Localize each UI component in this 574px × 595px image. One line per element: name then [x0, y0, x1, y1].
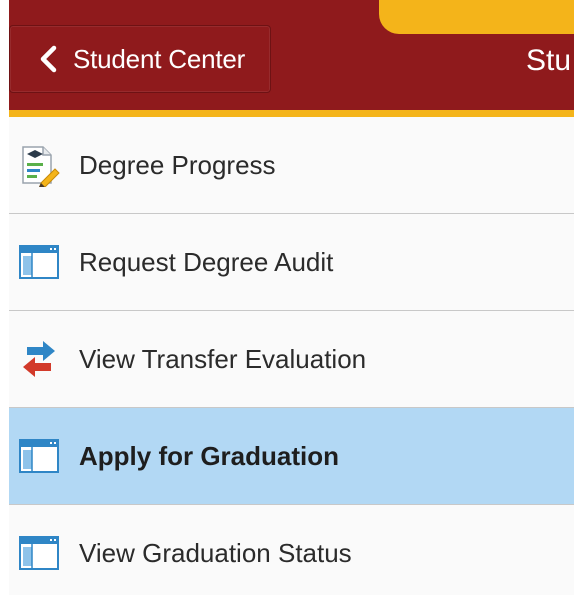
menu-item-apply-for-graduation[interactable]: Apply for Graduation [9, 408, 574, 505]
header-accent-line [9, 110, 574, 117]
menu-item-view-graduation-status[interactable]: View Graduation Status [9, 505, 574, 595]
menu-item-request-degree-audit[interactable]: Request Degree Audit [9, 214, 574, 311]
academic-menu: Degree Progress Request Degree Audit Vie… [9, 117, 574, 595]
chevron-left-icon [40, 45, 57, 73]
window-page-icon [19, 245, 59, 279]
page-title: Stu [526, 44, 572, 77]
menu-item-degree-progress[interactable]: Degree Progress [9, 117, 574, 214]
menu-item-label: Degree Progress [79, 149, 276, 180]
left-edge [0, 0, 9, 595]
app-frame: Student Center Stu Degree Progress Reque… [0, 0, 574, 595]
back-button-label: Student Center [73, 43, 246, 74]
menu-item-view-transfer-evaluation[interactable]: View Transfer Evaluation [9, 311, 574, 408]
menu-item-label: View Graduation Status [79, 537, 352, 568]
header-gold-tab [379, 0, 574, 34]
degree-progress-icon [22, 146, 60, 187]
window-page-icon [19, 536, 59, 570]
back-to-student-center-button[interactable]: Student Center [9, 25, 271, 93]
transfer-arrows-icon [23, 341, 55, 377]
menu-item-label: Apply for Graduation [79, 440, 339, 471]
menu-item-label: Request Degree Audit [79, 246, 334, 277]
menu-item-label: View Transfer Evaluation [79, 343, 367, 374]
window-page-icon [19, 439, 59, 473]
